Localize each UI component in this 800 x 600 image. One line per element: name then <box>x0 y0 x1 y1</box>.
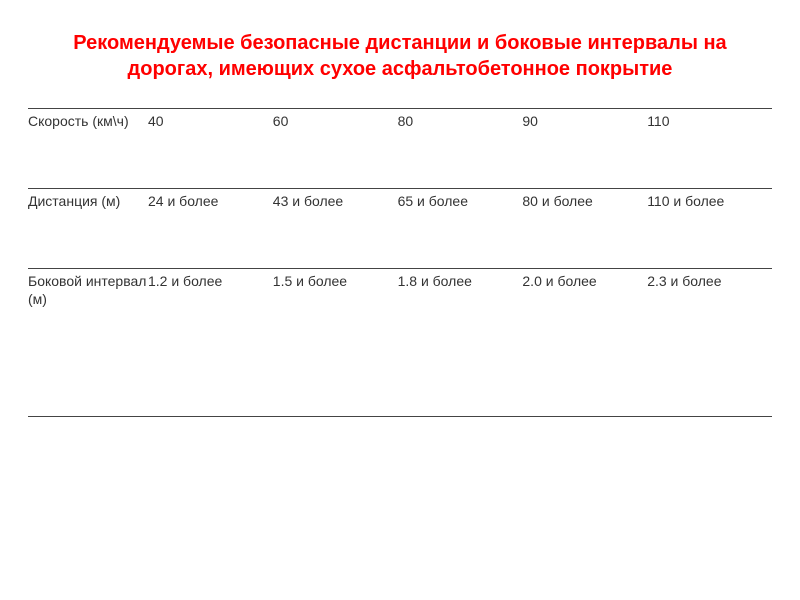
page-title: Рекомендуемые безопасные дистанции и бок… <box>28 30 772 82</box>
data-table: Скорость (км\ч) 40 60 80 90 110 Дистанци… <box>28 108 772 417</box>
table-cell: 110 и более <box>647 189 772 269</box>
table-cell: 65 и более <box>398 189 523 269</box>
table-row: Боковой интервал (м) 1.2 и более 1.5 и б… <box>28 269 772 417</box>
table-cell: 1.5 и более <box>273 269 398 417</box>
table-row: Скорость (км\ч) 40 60 80 90 110 <box>28 109 772 189</box>
table-cell: 43 и более <box>273 189 398 269</box>
table-cell: 80 <box>398 109 523 189</box>
row-label: Боковой интервал (м) <box>28 269 148 417</box>
table-cell: 110 <box>647 109 772 189</box>
table-cell: 40 <box>148 109 273 189</box>
table-cell: 2.3 и более <box>647 269 772 417</box>
table-cell: 2.0 и более <box>522 269 647 417</box>
table-row: Дистанция (м) 24 и более 43 и более 65 и… <box>28 189 772 269</box>
table-cell: 1.2 и более <box>148 269 273 417</box>
table-cell: 60 <box>273 109 398 189</box>
table-cell: 1.8 и более <box>398 269 523 417</box>
row-label: Дистанция (м) <box>28 189 148 269</box>
table-cell: 90 <box>522 109 647 189</box>
table-cell: 24 и более <box>148 189 273 269</box>
row-label: Скорость (км\ч) <box>28 109 148 189</box>
table-cell: 80 и более <box>522 189 647 269</box>
